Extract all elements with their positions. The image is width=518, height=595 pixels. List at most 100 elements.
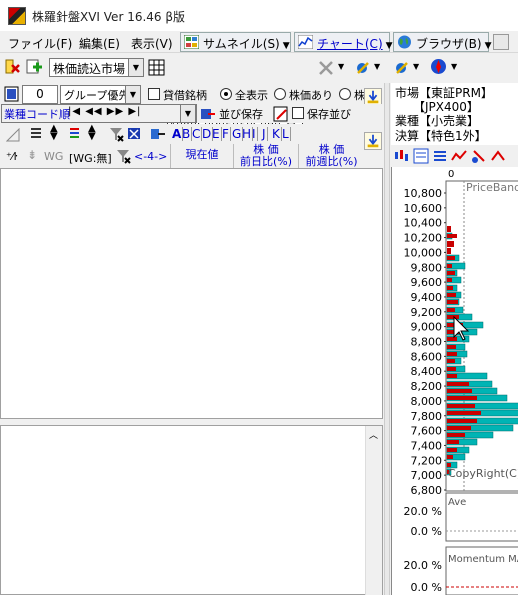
price-band-chart[interactable]: PriceBand 0 10,800 10,600 10,400 10,200 10,000…	[391, 167, 518, 595]
market-select-dropdown[interactable]: ▼	[128, 58, 144, 77]
trend-icon[interactable]	[451, 148, 467, 164]
chevron-down-icon[interactable]: ▼	[338, 62, 344, 71]
price-band-bar-red	[447, 448, 457, 452]
column-week-change[interactable]: 株 価 前週比(%)	[298, 144, 364, 168]
chart-icon	[298, 35, 313, 49]
price-band-bar-red	[447, 419, 477, 423]
count-field[interactable]: 0	[22, 85, 58, 104]
tools-icon[interactable]	[318, 59, 335, 76]
sort-save-label[interactable]: 並び保存	[219, 106, 263, 122]
nav-arrows-icon[interactable]: |◀ ◀◀ ▶▶ ▶|	[68, 106, 141, 117]
group-select[interactable]: グループ優先	[60, 85, 129, 104]
pin-icon[interactable]	[354, 59, 371, 76]
sort-row: 業種コード順 |◀ ◀◀ ▶▶ ▶| ▼ 並び保存 保存並び	[0, 104, 383, 123]
taishaku-checkbox[interactable]	[148, 88, 160, 100]
price-band-bar-red	[447, 234, 457, 238]
chart-menu-button[interactable]: チャート(C) ▼	[294, 32, 393, 52]
updown2-icon[interactable]: ▲ ▼	[88, 124, 96, 142]
price-band-bar-red	[447, 300, 458, 304]
price-band-bar-red	[447, 226, 451, 232]
compass-icon[interactable]	[430, 58, 447, 75]
radio-show-all-label: 全表示	[235, 89, 268, 102]
edit-icon[interactable]	[273, 106, 289, 122]
price-band-bar-red	[447, 352, 457, 356]
price-band-bar-red	[447, 345, 456, 349]
page-indicator[interactable]: <-4->	[134, 150, 167, 163]
market-select[interactable]: 株価読込市場	[49, 58, 129, 77]
panel-icon[interactable]	[413, 148, 429, 164]
radio-other[interactable]	[339, 88, 351, 100]
y-tick-label: 10,800	[404, 187, 443, 200]
add-stock-icon[interactable]	[26, 58, 43, 75]
sort-dropdown[interactable]: ▼	[180, 104, 196, 123]
menu-view[interactable]: 表示(V)	[131, 35, 173, 52]
pane-splitter[interactable]	[384, 83, 390, 595]
letter-filter-C[interactable]: C	[192, 127, 203, 141]
menu-bar: ファイル(F) 編集(E) 表示(V) サムネイル(S) ▼ チャート(C) ▼ ブ…	[0, 31, 518, 53]
price-band-bar-red	[447, 411, 481, 415]
sort-save-icon[interactable]	[200, 106, 216, 122]
letter-filter-F[interactable]: F	[222, 127, 231, 141]
letter-filter-B[interactable]: B	[182, 127, 193, 141]
arrow-chart-icon[interactable]	[490, 148, 506, 164]
group-select-dropdown[interactable]: ▼	[125, 85, 141, 104]
menu-file[interactable]: ファイル(F)	[8, 35, 72, 52]
radio-show-all[interactable]	[220, 88, 232, 100]
wg-icon[interactable]: ⇟	[27, 148, 37, 162]
column-current-price[interactable]: 現在値	[170, 144, 233, 168]
chevron-down-icon[interactable]: ▼	[413, 62, 419, 71]
stock-list[interactable]	[0, 168, 383, 419]
thumbnail-menu-button[interactable]: サムネイル(S) ▼	[180, 32, 291, 52]
pin-chart-icon[interactable]	[471, 148, 487, 164]
sort-mode-label[interactable]: 業種コード順	[4, 106, 70, 122]
y-tick-label: 9,200	[411, 306, 443, 319]
scrollbar-lower[interactable]: ︿	[365, 426, 382, 595]
y-tick-label: 7,000	[411, 469, 443, 482]
letter-filter-K[interactable]: K	[272, 127, 282, 141]
letter-filter-E[interactable]: E	[212, 127, 222, 141]
y-tick-label: 10,000	[404, 246, 443, 259]
cross-mark-icon[interactable]	[127, 126, 145, 142]
chevron-down-icon[interactable]: ▼	[451, 62, 457, 71]
main-toolbar: 株価読込市場 ▼ 1234567890 ABCDEFGH分 ▼ ▼ ▼ ▼	[0, 54, 518, 132]
stock-list-lower[interactable]	[0, 425, 383, 595]
filter-remove-icon[interactable]	[115, 148, 131, 164]
save-sort-checkbox[interactable]	[292, 107, 304, 119]
column-day-change[interactable]: 株 価 前日比(%)	[233, 144, 298, 168]
colorlist-icon[interactable]	[68, 126, 84, 142]
chevron-down-icon: ▼	[385, 41, 393, 51]
list-icon[interactable]	[28, 126, 44, 142]
sub1-tick-bottom: 0.0 %	[411, 525, 442, 538]
menu-edit[interactable]: 編集(E)	[79, 35, 120, 52]
split-icon[interactable]: ⁺⁄ŀ	[6, 150, 17, 163]
y-tick-label: 8,200	[411, 380, 443, 393]
delete-stock-icon[interactable]	[4, 58, 21, 75]
y-tick-label: 10,600	[404, 202, 443, 215]
side-download2-icon[interactable]	[364, 132, 382, 150]
candles-icon[interactable]	[393, 148, 409, 164]
info-settlement: 決算【特色1外】	[395, 129, 487, 143]
filter-x-icon[interactable]	[108, 126, 124, 142]
overflow-menu-button[interactable]	[493, 34, 509, 50]
price-band-bar-red	[447, 396, 477, 400]
price-band-bar-red	[447, 248, 451, 254]
pin2-icon[interactable]	[393, 59, 410, 76]
updown-icon[interactable]: ▲ ▼	[50, 124, 58, 142]
book-icon[interactable]	[4, 86, 20, 102]
save-sort-label: 保存並び	[307, 108, 351, 121]
letter-filter-I[interactable]: I	[252, 127, 258, 141]
radio-with-price[interactable]	[274, 88, 286, 100]
scroll-up-icon[interactable]: ︿	[369, 428, 378, 441]
y-tick-label: 9,000	[411, 321, 443, 334]
letter-filter-L[interactable]: L	[282, 127, 291, 141]
y-tick-label: 8,000	[411, 395, 443, 408]
price-band-bar-red	[447, 433, 465, 437]
link-icon[interactable]	[149, 126, 167, 142]
grid-icon[interactable]	[148, 59, 165, 76]
chevron-down-icon[interactable]: ▼	[374, 62, 380, 71]
triangle-icon[interactable]	[6, 128, 20, 142]
y-tick-label: 9,600	[411, 276, 443, 289]
letter-filter-J[interactable]: J	[262, 127, 268, 141]
lines-icon[interactable]	[432, 148, 448, 164]
browser-menu-button[interactable]: ブラウザ(B) ▼	[393, 32, 492, 52]
